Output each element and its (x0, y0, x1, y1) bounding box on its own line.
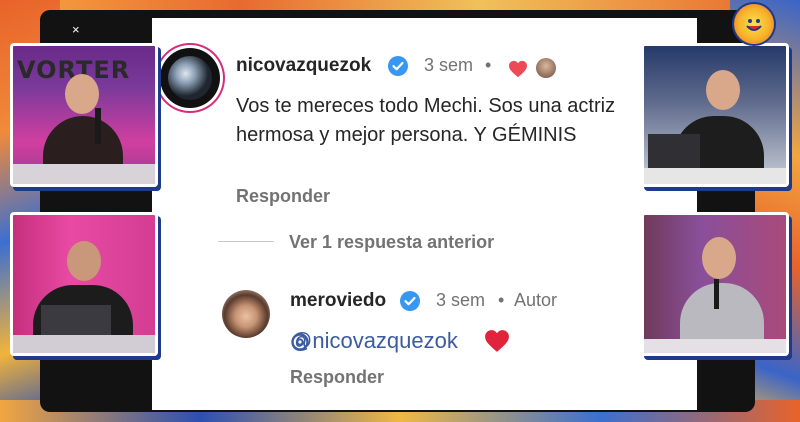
webcam-bottom-left (10, 212, 158, 356)
comment-age: 3 sem (424, 55, 474, 75)
comment-username[interactable]: nicovazquezok (236, 55, 371, 77)
reply-username[interactable]: meroviedo (290, 290, 386, 312)
reply-button[interactable]: Responder (290, 367, 384, 388)
station-logo-icon (734, 4, 774, 44)
close-icon[interactable]: × (72, 22, 80, 37)
author-badge: Autor (514, 290, 558, 310)
webcam-top-left: VORTER (10, 43, 158, 187)
avatar[interactable] (160, 48, 220, 108)
heart-icon (485, 330, 509, 352)
reply-age: 3 sem (436, 290, 486, 310)
avatar[interactable] (222, 290, 270, 338)
verified-badge-icon (400, 291, 420, 311)
comment-text: Vos te mereces todo Mechi. Sos una actri… (236, 95, 621, 146)
meta-separator: • (485, 55, 492, 75)
liked-by-author-avatar (536, 58, 556, 78)
thread-line (218, 241, 274, 242)
view-replies-button[interactable]: Ver 1 respuesta anterior (289, 232, 494, 253)
mention-link[interactable]: @nicovazquezok (290, 328, 458, 354)
meta-separator: • (498, 290, 505, 310)
reply-button[interactable]: Responder (236, 186, 330, 207)
heart-icon[interactable] (508, 60, 528, 78)
webcam-bottom-right (641, 212, 789, 356)
verified-badge-icon (388, 56, 408, 76)
webcam-top-right (641, 43, 789, 187)
